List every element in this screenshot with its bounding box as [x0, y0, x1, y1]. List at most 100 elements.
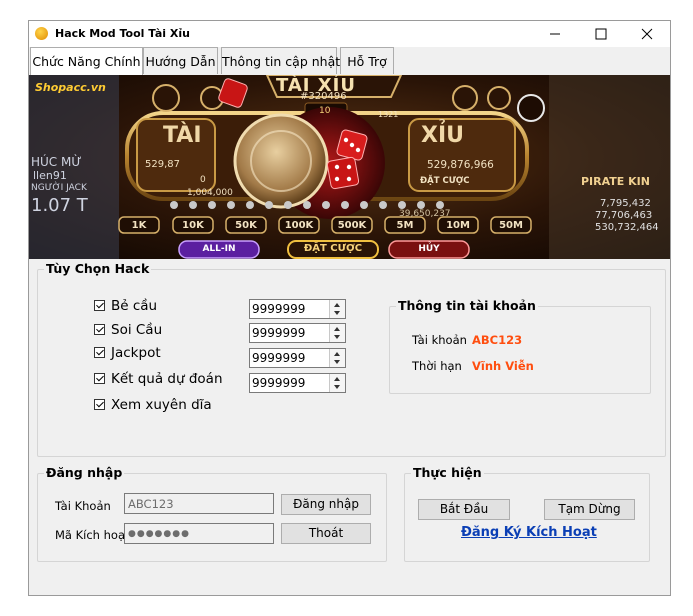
checkbox-checked-icon[interactable]	[94, 399, 105, 410]
pirate-label: PIRATE KIN	[581, 175, 650, 188]
right-num-2: 77,706,463	[595, 210, 653, 221]
soi-cau-stepper[interactable]: 9999999	[249, 323, 346, 343]
arrow-down-icon[interactable]	[334, 385, 340, 389]
ket-qua-stepper[interactable]: 9999999	[249, 373, 346, 393]
bet-amount: 1,004,000	[187, 188, 233, 198]
window-title: Hack Mod Tool Tài Xỉu	[55, 27, 190, 40]
title-bar: Hack Mod Tool Tài Xỉu	[29, 21, 670, 47]
login-button[interactable]: Đăng nhập	[281, 494, 371, 515]
maximize-icon	[595, 28, 607, 40]
amount-chip-50k[interactable]: 50K	[226, 220, 266, 231]
exit-button[interactable]: Thoát	[281, 523, 371, 544]
stepper-value: 9999999	[252, 326, 306, 340]
activation-code-field[interactable]: ●●●●●●●	[124, 523, 274, 544]
term-label: Thời hạn	[412, 359, 462, 373]
banner-count-left: 10	[319, 106, 331, 116]
checkbox-checked-icon[interactable]	[94, 300, 105, 311]
account-label: Tài khoản	[412, 333, 467, 347]
total-left: 529,87	[145, 159, 180, 170]
checkbox-label: Xem xuyên dĩa	[111, 397, 212, 413]
activation-code-value: ●●●●●●●	[128, 529, 190, 539]
minimize-icon	[550, 33, 560, 35]
be-cau-stepper[interactable]: 9999999	[249, 299, 346, 319]
login-account-label: Tài Khoản	[55, 499, 111, 513]
huy-button[interactable]: HỦY	[389, 244, 469, 254]
side-right-label: XỈU	[421, 123, 465, 148]
total-right: 529,876,966	[427, 159, 494, 171]
tab-update-info[interactable]: Thông tin cập nhật	[221, 47, 340, 74]
login-account-field[interactable]: ABC123	[124, 493, 274, 514]
arrow-up-icon[interactable]	[334, 303, 340, 307]
right-num-1: 7,795,432	[600, 198, 651, 209]
checkbox-checked-icon[interactable]	[94, 373, 105, 384]
arrow-up-icon[interactable]	[334, 377, 340, 381]
dat-cuoc-button[interactable]: ĐẶT CƯỢC	[288, 243, 378, 254]
stepper-value: 9999999	[252, 351, 306, 365]
right-num-3: 530,732,464	[595, 222, 659, 233]
left-text-4: 1.07 T	[31, 195, 88, 216]
execute-title: Thực hiện	[411, 465, 484, 480]
app-window: Hack Mod Tool Tài Xỉu Chức Năng Chính Hư…	[28, 20, 671, 596]
term-value: Vĩnh Viễn	[472, 359, 534, 373]
amount-chip-10k[interactable]: 10K	[173, 220, 213, 231]
left-text-1: HÚC MỪ	[31, 155, 82, 169]
checkbox-checked-icon[interactable]	[94, 347, 105, 358]
maximize-button[interactable]	[578, 21, 624, 47]
checkbox-checked-icon[interactable]	[94, 324, 105, 335]
amount-chip-5m[interactable]: 5M	[385, 220, 425, 231]
bet-left: 0	[200, 175, 206, 185]
checkbox-label: Soi Cầu	[111, 322, 163, 338]
register-activation-link[interactable]: Đăng Ký Kích Hoạt	[461, 525, 597, 540]
all-in-button[interactable]: ALL-IN	[179, 244, 259, 254]
banner-center-num: 39,650,237	[399, 209, 451, 219]
login-group: Đăng nhập Tài Khoản ABC123 Đăng nhập Mã …	[37, 465, 387, 562]
execute-group: Thực hiện Bắt Đầu Tạm Dừng Đăng Ký Kích …	[404, 465, 650, 562]
tab-main-functions[interactable]: Chức Năng Chính	[30, 47, 143, 76]
jackpot-stepper[interactable]: 9999999	[249, 348, 346, 368]
pause-button[interactable]: Tạm Dừng	[544, 499, 635, 520]
hack-options-title: Tùy Chọn Hack	[44, 261, 152, 276]
banner-session: #320496	[300, 91, 347, 102]
hack-options-group: Tùy Chọn Hack Bẻ cầu Soi Cầu Jackpot Kết…	[37, 261, 666, 457]
close-icon	[641, 28, 653, 40]
amount-chip-10m[interactable]: 10M	[438, 220, 478, 231]
banner-count-right: 1321	[378, 110, 399, 119]
stepper-value: 9999999	[252, 302, 306, 316]
checkbox-label: Jackpot	[111, 345, 161, 361]
dat-cuoc-small: ĐẶT CƯỢC	[420, 176, 470, 186]
game-banner-art	[29, 75, 670, 259]
banner-watermark: Shopacc.vn	[35, 81, 106, 94]
arrow-down-icon[interactable]	[334, 311, 340, 315]
arrow-up-icon[interactable]	[334, 352, 340, 356]
account-info-group: Thông tin tài khoản Tài khoản ABC123 Thờ…	[389, 298, 651, 394]
checkbox-label: Kết quả dự đoán	[111, 371, 223, 387]
login-account-value: ABC123	[128, 497, 174, 511]
stepper-arrows[interactable]	[329, 300, 345, 318]
close-button[interactable]	[624, 21, 670, 47]
arrow-up-icon[interactable]	[334, 327, 340, 331]
stepper-arrows[interactable]	[329, 374, 345, 392]
left-text-3: NGƯỜI JACK	[31, 183, 87, 193]
stepper-arrows[interactable]	[329, 349, 345, 367]
arrow-down-icon[interactable]	[334, 360, 340, 364]
tab-guide[interactable]: Hướng Dẫn	[143, 47, 218, 74]
amount-chip-100k[interactable]: 100K	[279, 220, 319, 231]
amount-chip-1k[interactable]: 1K	[119, 220, 159, 231]
minimize-button[interactable]	[532, 21, 578, 47]
arrow-down-icon[interactable]	[334, 335, 340, 339]
account-info-title: Thông tin tài khoản	[396, 298, 538, 313]
game-banner: Shopacc.vn TÀI XỈU #320496 10 1321 TÀI X…	[29, 75, 670, 259]
login-title: Đăng nhập	[44, 465, 125, 480]
amount-chip-500k[interactable]: 500K	[332, 220, 372, 231]
checkbox-label: Bẻ cầu	[111, 298, 158, 314]
activation-code-label: Mã Kích hoạt	[55, 528, 130, 542]
stepper-value: 9999999	[252, 376, 306, 390]
amount-chip-50m[interactable]: 50M	[491, 220, 531, 231]
stepper-arrows[interactable]	[329, 324, 345, 342]
tab-support[interactable]: Hỗ Trợ	[340, 47, 394, 74]
account-value: ABC123	[472, 333, 523, 347]
left-text-2: llen91	[33, 169, 67, 182]
app-coin-icon	[35, 27, 48, 40]
start-button[interactable]: Bắt Đầu	[418, 499, 510, 520]
side-left-label: TÀI	[163, 123, 202, 148]
